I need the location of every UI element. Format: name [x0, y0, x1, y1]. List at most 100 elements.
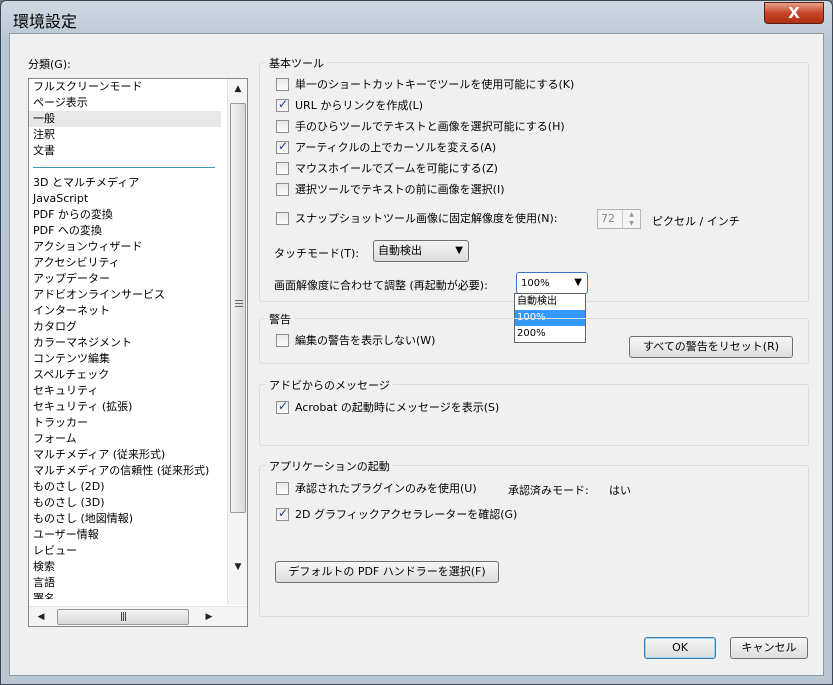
- scroll-left-icon[interactable]: ◀: [31, 607, 51, 627]
- category-item[interactable]: 文書: [29, 143, 221, 159]
- cancel-button[interactable]: キャンセル: [730, 637, 808, 659]
- resolution-stepper[interactable]: 72 ▲ ▼: [597, 209, 641, 229]
- wheel-zoom-option[interactable]: マウスホイールでズームを可能にする(Z): [276, 159, 498, 177]
- category-item[interactable]: JavaScript: [29, 191, 221, 207]
- certified-mode-label: 承認済みモード:: [508, 484, 589, 497]
- chevron-down-icon: ▼: [455, 245, 463, 256]
- categories-list: フルスクリーンモード ページ表示 一般 注釈 文書 3D とマルチメディア JavaScri…: [29, 79, 221, 599]
- scroll-thumb[interactable]: [230, 103, 246, 513]
- messages-group: アドビからのメッセージ Acrobat の起動時にメッセージを表示(S): [259, 377, 809, 446]
- touch-mode-value: 自動検出: [378, 244, 422, 257]
- stepper-down-icon[interactable]: ▼: [622, 219, 640, 228]
- scroll-up-icon[interactable]: ▲: [228, 79, 248, 99]
- category-item[interactable]: ものさし (2D): [29, 479, 221, 495]
- warnings-group: 警告 編集の警告を表示しない(W) すべての警告をリセット(R): [259, 311, 809, 364]
- horizontal-scrollbar[interactable]: ◀ ||| ▶: [29, 606, 247, 626]
- certified-plugins-option[interactable]: 承認されたプラグインのみを使用(U): [276, 479, 477, 497]
- category-item[interactable]: マルチメディアの信頼性 (従来形式): [29, 463, 221, 479]
- show-messages-checkbox[interactable]: [276, 399, 289, 414]
- certified-plugins-checkbox[interactable]: [276, 481, 289, 495]
- category-item[interactable]: PDF への変換: [29, 223, 221, 239]
- scale-option-auto[interactable]: 自動検出: [515, 294, 585, 310]
- category-item[interactable]: トラッカー: [29, 415, 221, 431]
- scroll-right-icon[interactable]: ▶: [199, 607, 219, 627]
- url-link-option[interactable]: URL からリンクを作成(L): [276, 96, 423, 114]
- single-key-shortcut-label: 単一のショートカットキーでツールを使用可能にする(K): [295, 78, 575, 91]
- title-bar: 環境設定 X: [1, 1, 832, 34]
- snapshot-resolution-label: スナップショットツール画像に固定解像度を使用(N):: [295, 212, 558, 225]
- wheel-zoom-checkbox[interactable]: [276, 161, 289, 175]
- hand-tool-select-option[interactable]: 手のひらツールでテキストと画像を選択可能にする(H): [276, 117, 565, 135]
- categories-listbox[interactable]: フルスクリーンモード ページ表示 一般 注釈 文書 3D とマルチメディア JavaScri…: [28, 78, 248, 627]
- article-cursor-option[interactable]: アーティクルの上でカーソルを変える(A): [276, 138, 496, 156]
- gpu-check-option[interactable]: 2D グラフィックアクセラレーターを確認(G): [276, 505, 517, 523]
- messages-title: アドビからのメッセージ: [266, 377, 393, 393]
- category-item[interactable]: スペルチェック: [29, 367, 221, 383]
- category-item[interactable]: カタログ: [29, 319, 221, 335]
- category-item[interactable]: カラーマネジメント: [29, 335, 221, 351]
- single-key-shortcut-option[interactable]: 単一のショートカットキーでツールを使用可能にする(K): [276, 75, 574, 93]
- snapshot-resolution-checkbox[interactable]: [276, 211, 289, 225]
- gpu-check-label: 2D グラフィックアクセラレーターを確認(G): [295, 508, 518, 521]
- select-image-first-checkbox[interactable]: [276, 182, 289, 196]
- category-item[interactable]: マルチメディア (従来形式): [29, 447, 221, 463]
- show-messages-label: Acrobat の起動時にメッセージを表示(S): [295, 401, 500, 414]
- category-item[interactable]: PDF からの変換: [29, 207, 221, 223]
- warnings-title: 警告: [266, 311, 294, 327]
- dialog-body: 分類(G): フルスクリーンモード ページ表示 一般 注釈 文書 3D とマルチメディア J…: [9, 33, 824, 676]
- scroll-down-icon[interactable]: ▼: [228, 557, 248, 577]
- chevron-down-icon: ▼: [574, 277, 582, 288]
- select-image-first-option[interactable]: 選択ツールでテキストの前に画像を選択(I): [276, 180, 505, 198]
- url-link-checkbox[interactable]: [276, 97, 289, 112]
- category-item[interactable]: 言語: [29, 575, 221, 591]
- category-item[interactable]: アクションウィザード: [29, 239, 221, 255]
- category-item[interactable]: 検索: [29, 559, 221, 575]
- categories-label: 分類(G):: [28, 58, 71, 71]
- wheel-zoom-label: マウスホイールでズームを可能にする(Z): [295, 162, 498, 175]
- category-item[interactable]: セキュリティ: [29, 383, 221, 399]
- category-item[interactable]: アップデーター: [29, 271, 221, 287]
- stepper-up-icon[interactable]: ▲: [622, 210, 640, 219]
- startup-title: アプリケーションの起動: [266, 458, 393, 474]
- reset-warnings-button[interactable]: すべての警告をリセット(R): [629, 336, 793, 358]
- category-item[interactable]: コンテンツ編集: [29, 351, 221, 367]
- category-item[interactable]: 署名: [29, 591, 221, 599]
- close-button[interactable]: X: [764, 2, 824, 24]
- category-item[interactable]: セキュリティ (拡張): [29, 399, 221, 415]
- scale-value: 100%: [521, 278, 550, 289]
- no-edit-warning-option[interactable]: 編集の警告を表示しない(W): [276, 331, 435, 349]
- preferences-window: 環境設定 X 分類(G): フルスクリーンモード ページ表示 一般 注釈 文書 3D とマ…: [0, 0, 833, 685]
- category-item[interactable]: 注釈: [29, 127, 221, 143]
- hand-tool-select-checkbox[interactable]: [276, 119, 289, 133]
- article-cursor-checkbox[interactable]: [276, 139, 289, 154]
- touch-mode-select[interactable]: 自動検出 ▼: [373, 240, 469, 262]
- category-item[interactable]: レビュー: [29, 543, 221, 559]
- single-key-shortcut-checkbox[interactable]: [276, 77, 289, 91]
- category-item[interactable]: フォーム: [29, 431, 221, 447]
- vertical-scrollbar[interactable]: ▲ ▼: [227, 79, 247, 605]
- no-edit-warning-checkbox[interactable]: [276, 333, 289, 347]
- category-item[interactable]: 3D とマルチメディア: [29, 175, 221, 191]
- category-item[interactable]: フルスクリーンモード: [29, 79, 221, 95]
- window-title: 環境設定: [13, 12, 78, 31]
- horizontal-scroll-thumb[interactable]: |||: [57, 609, 189, 625]
- category-item[interactable]: アドビオンラインサービス: [29, 287, 221, 303]
- category-item[interactable]: アクセシビリティ: [29, 255, 221, 271]
- scale-select[interactable]: 100% ▼: [516, 272, 588, 294]
- gpu-check-checkbox[interactable]: [276, 506, 289, 521]
- certified-mode-value: はい: [609, 484, 631, 497]
- category-item[interactable]: インターネット: [29, 303, 221, 319]
- resolution-value: 72: [601, 212, 615, 225]
- snapshot-resolution-option[interactable]: スナップショットツール画像に固定解像度を使用(N):: [276, 209, 558, 227]
- category-item[interactable]: 一般: [29, 111, 221, 127]
- show-messages-option[interactable]: Acrobat の起動時にメッセージを表示(S): [276, 398, 499, 416]
- select-image-first-label: 選択ツールでテキストの前に画像を選択(I): [295, 183, 505, 196]
- category-item[interactable]: ものさし (地図情報): [29, 511, 221, 527]
- article-cursor-label: アーティクルの上でカーソルを変える(A): [295, 141, 497, 154]
- category-item[interactable]: ページ表示: [29, 95, 221, 111]
- category-item[interactable]: ユーザー情報: [29, 527, 221, 543]
- basic-tools-group: 基本ツール 単一のショートカットキーでツールを使用可能にする(K) URL から…: [259, 55, 809, 302]
- category-item[interactable]: ものさし (3D): [29, 495, 221, 511]
- ok-button[interactable]: OK: [644, 637, 716, 659]
- pdf-handler-button[interactable]: デフォルトの PDF ハンドラーを選択(F): [275, 561, 499, 583]
